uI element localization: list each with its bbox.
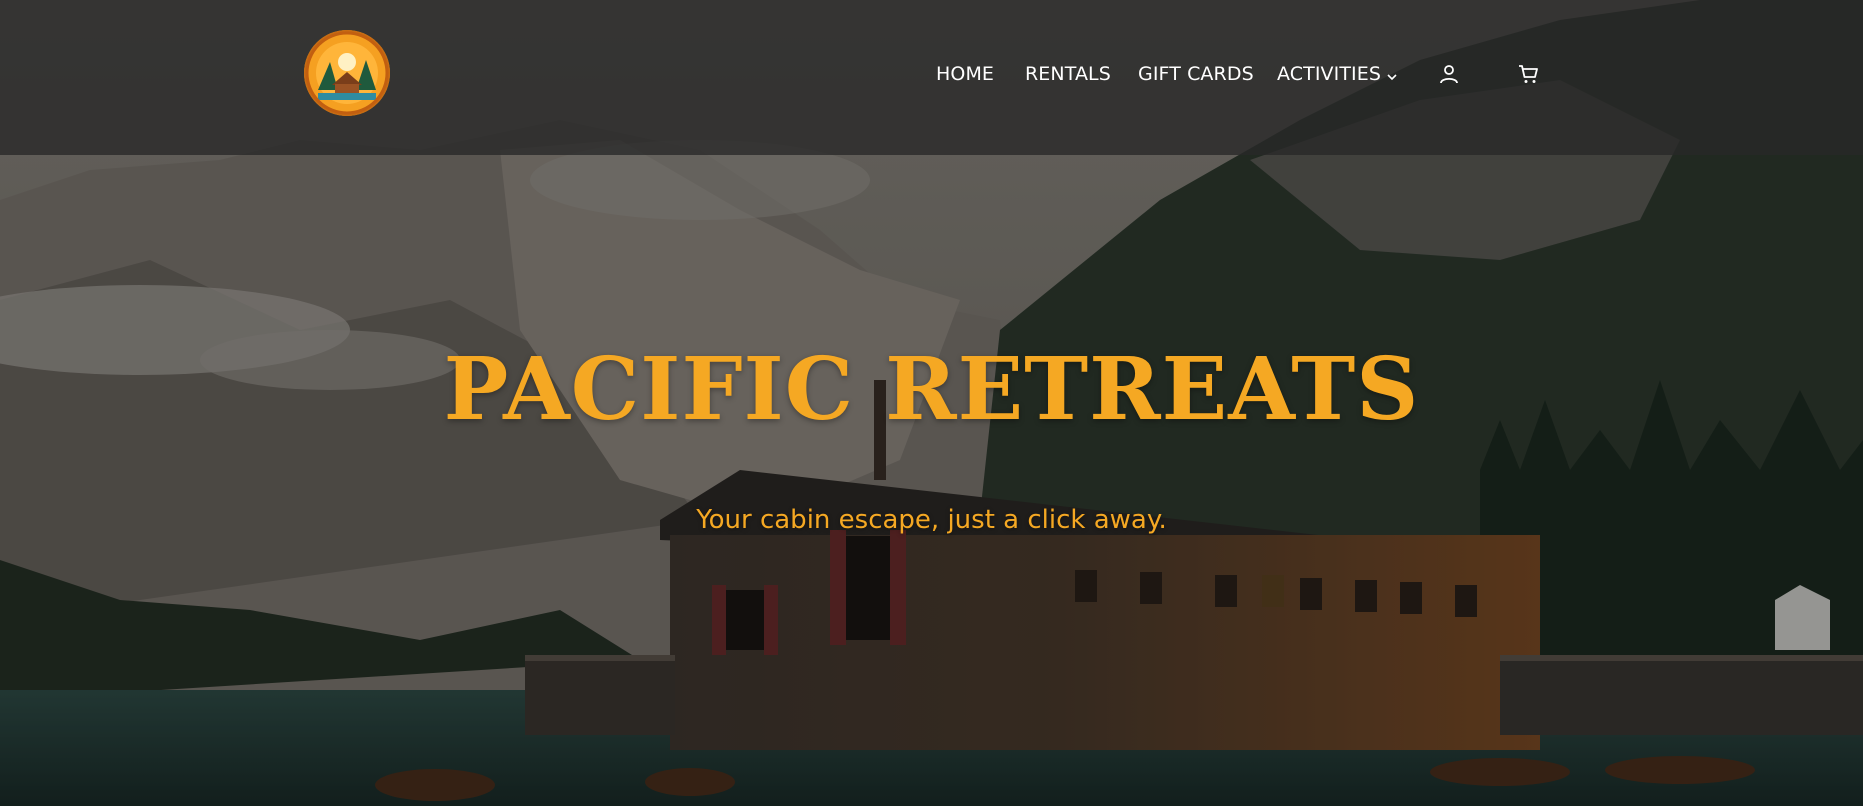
site-logo[interactable] — [304, 30, 390, 116]
cart-icon — [1519, 65, 1538, 83]
hero-section: HOME RENTALS GIFT CARDS ACTIVITIES PACIF… — [0, 0, 1863, 806]
chevron-down-icon — [1387, 61, 1397, 89]
hero-subtitle: Your cabin escape, just a click away. — [696, 505, 1167, 535]
site-header: HOME RENTALS GIFT CARDS ACTIVITIES — [0, 0, 1863, 155]
nav-item-gift-cards[interactable]: GIFT CARDS — [1138, 60, 1254, 88]
hero-title: PACIFIC RETREATS — [443, 339, 1420, 440]
nav-item-activities[interactable]: ACTIVITIES — [1277, 60, 1397, 89]
cart-button[interactable] — [1515, 60, 1543, 88]
cabin-sunset-logo-icon — [305, 31, 389, 115]
nav-item-rentals[interactable]: RENTALS — [1025, 60, 1111, 88]
nav-item-activities-label: ACTIVITIES — [1277, 63, 1382, 85]
nav-item-home[interactable]: HOME — [936, 60, 994, 88]
account-button[interactable] — [1435, 60, 1463, 88]
user-icon — [1440, 65, 1458, 84]
